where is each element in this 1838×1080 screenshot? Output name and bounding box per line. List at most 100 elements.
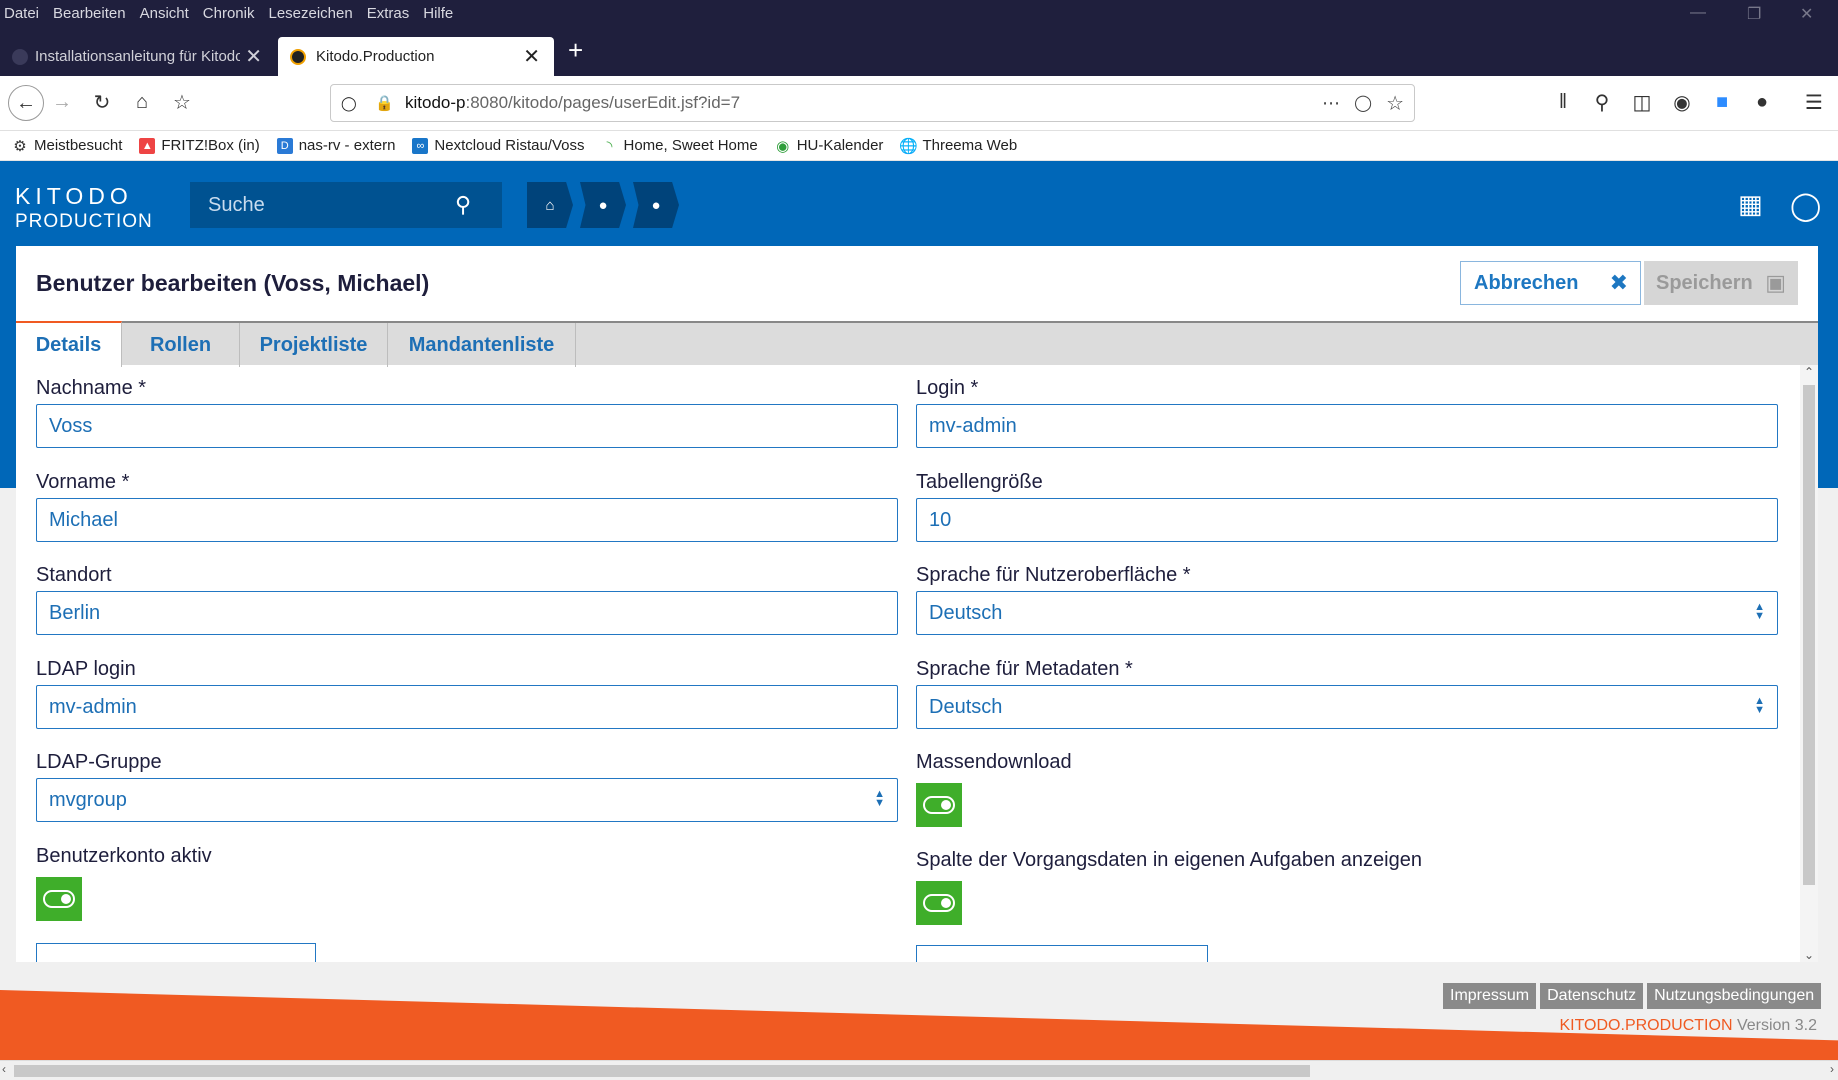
menu-hilfe[interactable]: Hilfe xyxy=(423,5,453,22)
massendownload-label: Massendownload xyxy=(916,751,1072,773)
reload-icon[interactable]: ↻ xyxy=(88,88,116,116)
vorname-input[interactable]: Michael xyxy=(36,498,898,542)
nachname-input[interactable]: Voss xyxy=(36,404,898,448)
library-icon[interactable]: ‖ xyxy=(1549,88,1577,116)
cancel-label: Abbrechen xyxy=(1474,271,1579,294)
sprache-ui-select[interactable]: Deutsch ▲ ▼ xyxy=(916,591,1778,635)
scrollbar-thumb[interactable] xyxy=(1803,385,1815,885)
apps-grid-icon[interactable]: ▦ xyxy=(1738,189,1763,220)
kitodo-logo[interactable]: KITODO PRODUCTION xyxy=(15,183,153,235)
forward-icon[interactable]: → xyxy=(48,88,76,116)
star-icon[interactable]: ☆ xyxy=(1386,91,1404,116)
save-button[interactable]: Speichern ▣ xyxy=(1644,261,1798,305)
vorgangsdaten-toggle[interactable] xyxy=(916,881,962,925)
datenschutz-link[interactable]: Datenschutz xyxy=(1540,983,1644,1009)
nachname-label: Nachname * xyxy=(36,377,147,399)
scrollbar-thumb[interactable] xyxy=(14,1065,1310,1077)
pocket-icon[interactable]: ◯ xyxy=(1354,93,1372,113)
tab-title: Installationsanleitung für Kitodo xyxy=(35,48,240,65)
menu-ansicht[interactable]: Ansicht xyxy=(140,5,189,22)
scroll-down-icon[interactable]: ⌄ xyxy=(1804,948,1814,962)
extension-icon[interactable]: ● xyxy=(1748,88,1776,116)
ldap-gruppe-select[interactable]: mvgroup ▲ ▼ xyxy=(36,778,898,822)
bookmark-label: Threema Web xyxy=(922,137,1018,154)
tab-projektliste[interactable]: Projektliste xyxy=(240,323,388,367)
page-icon xyxy=(12,48,28,65)
nextcloud-icon: ∞ xyxy=(412,137,429,154)
scroll-left-icon[interactable]: ‹ xyxy=(2,1062,6,1076)
close-window-icon[interactable]: ✕ xyxy=(1800,4,1813,24)
login-input[interactable]: mv-admin xyxy=(916,404,1778,448)
sprache-ui-value: Deutsch xyxy=(929,601,1003,624)
standort-input[interactable]: Berlin xyxy=(36,591,898,635)
impressum-link[interactable]: Impressum xyxy=(1443,983,1537,1009)
ldap-login-input[interactable]: mv-admin xyxy=(36,685,898,729)
home-icon[interactable]: ⌂ xyxy=(128,88,156,116)
url-bar[interactable]: ◯ 🔒 kitodo-p:8080/kitodo/pages/userEdit.… xyxy=(330,84,1415,122)
tabellengroesse-input[interactable]: 10 xyxy=(916,498,1778,542)
bookmark-home[interactable]: ◝ Home, Sweet Home xyxy=(602,137,758,155)
more-icon[interactable]: ⋯ xyxy=(1322,93,1340,114)
logo-top: KITODO xyxy=(15,183,133,209)
calendar-icon: ◉ xyxy=(776,137,790,155)
back-icon[interactable]: ← xyxy=(8,85,44,121)
browser-tab-installation[interactable]: Installationsanleitung für Kitodo ✕ xyxy=(0,37,276,76)
bookmark-nextcloud[interactable]: ∞ Nextcloud Ristau/Voss xyxy=(412,137,585,154)
sprache-meta-field: Sprache für Metadaten * Deutsch ▲ ▼ xyxy=(916,658,1778,729)
hamburger-menu-icon[interactable]: ☰ xyxy=(1800,88,1828,116)
breadcrumb-user-icon[interactable]: ● xyxy=(633,182,679,228)
breadcrumb-home-icon[interactable]: ⌂ xyxy=(527,182,573,228)
cancel-button[interactable]: Abbrechen ✖ xyxy=(1460,261,1641,305)
menu-datei[interactable]: Datei xyxy=(4,5,39,22)
restore-icon[interactable]: ❐ xyxy=(1747,4,1761,24)
partial-select-left[interactable] xyxy=(36,943,316,962)
bookmark-threema[interactable]: 🌐 Threema Web xyxy=(899,137,1018,155)
scroll-up-icon[interactable]: ⌃ xyxy=(1804,365,1814,379)
ldap-gruppe-label: LDAP-Gruppe xyxy=(36,751,162,773)
konto-aktiv-field: Benutzerkonto aktiv xyxy=(36,845,336,921)
zoom-icon[interactable]: ■ xyxy=(1708,88,1736,116)
gear-icon: ⚙ xyxy=(13,137,27,155)
minimize-icon[interactable]: — xyxy=(1690,4,1706,22)
bookmark-nas[interactable]: Dnas-rv - extern xyxy=(276,137,395,154)
dsm-icon: D xyxy=(276,137,293,154)
bookmark-hu-kalender[interactable]: ◉ HU-Kalender xyxy=(775,137,883,155)
version-label: Version 3.2 xyxy=(1732,1017,1817,1034)
bookmarks-bar: ⚙ Meistbesucht ▲ FRITZ!Box (in) Dnas-rv - … xyxy=(0,131,1838,161)
massendownload-toggle[interactable] xyxy=(916,783,962,827)
search-icon[interactable]: ⚲ xyxy=(1588,88,1616,116)
ldap-login-field: LDAP login mv-admin xyxy=(36,658,898,729)
konto-aktiv-toggle[interactable] xyxy=(36,877,82,921)
menu-chronik[interactable]: Chronik xyxy=(203,5,255,22)
new-tab-icon[interactable]: + xyxy=(568,35,583,66)
browser-tab-kitodo[interactable]: Kitodo.Production ✕ xyxy=(278,37,554,76)
home-sweet-home-icon: ◝ xyxy=(606,137,613,155)
bookmark-meistbesucht[interactable]: ⚙ Meistbesucht xyxy=(12,137,123,155)
breadcrumb-users-icon[interactable]: ● xyxy=(580,182,626,228)
tab-rollen[interactable]: Rollen xyxy=(122,323,240,367)
login-field: Login * mv-admin xyxy=(916,377,1778,448)
fritzbox-icon: ▲ xyxy=(139,137,156,154)
close-tab-icon[interactable]: ✕ xyxy=(523,44,540,69)
close-tab-icon[interactable]: ✕ xyxy=(245,44,262,69)
scroll-right-icon[interactable]: › xyxy=(1830,1062,1834,1076)
menu-extras[interactable]: Extras xyxy=(367,5,410,22)
vertical-scrollbar[interactable]: ⌃ ⌄ xyxy=(1800,365,1818,962)
bookmark-label: Meistbesucht xyxy=(34,137,123,154)
bookmark-star-icon[interactable]: ☆ xyxy=(168,88,196,116)
sidebar-icon[interactable]: ◫ xyxy=(1628,88,1656,116)
details-form: Nachname * Voss Vorname * Michael Stando… xyxy=(16,365,1818,962)
tab-mandantenliste[interactable]: Mandantenliste xyxy=(388,323,576,367)
sprache-meta-select[interactable]: Deutsch ▲ ▼ xyxy=(916,685,1778,729)
user-account-icon[interactable]: ◯ xyxy=(1790,189,1821,222)
bookmark-fritzbox[interactable]: ▲ FRITZ!Box (in) xyxy=(139,137,260,154)
nutzungsbedingungen-link[interactable]: Nutzungsbedingungen xyxy=(1647,983,1822,1009)
partial-input-right[interactable] xyxy=(916,945,1208,962)
tab-details[interactable]: Details xyxy=(16,321,122,367)
tabellengroesse-field: Tabellengröße 10 xyxy=(916,471,1778,542)
account-icon[interactable]: ◉ xyxy=(1668,88,1696,116)
horizontal-scrollbar[interactable]: ‹ › xyxy=(0,1060,1838,1080)
search-icon[interactable]: ⚲ xyxy=(455,192,471,218)
menu-lesezeichen[interactable]: Lesezeichen xyxy=(268,5,352,22)
menu-bearbeiten[interactable]: Bearbeiten xyxy=(53,5,126,22)
